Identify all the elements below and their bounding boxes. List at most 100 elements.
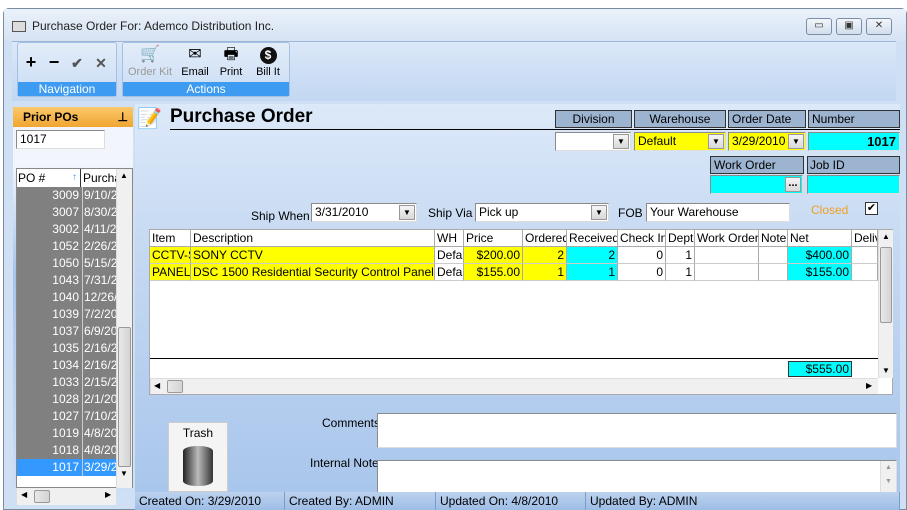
cell-price[interactable]: $200.00 (464, 247, 523, 264)
cell-check-in[interactable]: 0 (618, 247, 666, 264)
cell-received[interactable]: 2 (567, 247, 618, 264)
scroll-down-icon[interactable]: ▼ (882, 366, 890, 375)
prior-pos-hscrollbar[interactable]: ◀ ▶ (16, 488, 116, 505)
cell-received[interactable]: 1 (567, 264, 618, 281)
cancel-button[interactable]: ✕ (92, 55, 110, 72)
cell-ordered[interactable]: 1 (523, 264, 567, 281)
comments-input[interactable] (377, 413, 897, 448)
prior-po-row[interactable]: 1028 2/1/20 (17, 391, 116, 408)
column-header-note[interactable]: Note (759, 230, 788, 247)
email-button[interactable]: ✉ Email (178, 44, 212, 78)
prior-po-row[interactable]: 1052 2/26/2 (17, 238, 116, 255)
column-header-check-in[interactable]: Check In (618, 230, 666, 247)
chevron-down-icon[interactable]: ▼ (591, 205, 607, 220)
fob-input[interactable]: Your Warehouse (646, 203, 790, 222)
cell-ordered[interactable]: 2 (523, 247, 567, 264)
prior-po-row[interactable]: 3009 9/10/2 (17, 187, 116, 204)
internal-note-scrollbar[interactable]: ▲ ▼ (880, 461, 896, 492)
add-button[interactable]: + (22, 52, 40, 73)
column-header-description[interactable]: Description (191, 230, 435, 247)
cell-dept[interactable]: 1 (666, 247, 695, 264)
column-header-deliv[interactable]: Deliv (852, 230, 878, 247)
close-button[interactable]: ✕ (866, 18, 892, 35)
column-header-dept[interactable]: Dept (666, 230, 695, 247)
cell-description[interactable]: DSC 1500 Residential Security Control Pa… (191, 264, 435, 281)
prior-po-row[interactable]: 1040 12/26/ (17, 289, 116, 306)
prior-po-row[interactable]: 1037 6/9/20 (17, 323, 116, 340)
cell-net[interactable]: $155.00 (788, 264, 852, 281)
prior-po-row[interactable]: 1017 3/29/2 (17, 459, 116, 476)
prior-po-row[interactable]: 1018 4/8/20 (17, 442, 116, 459)
hscroll-thumb[interactable] (167, 380, 183, 393)
column-header-net[interactable]: Net (788, 230, 852, 247)
prior-po-row[interactable]: 1034 2/16/2 (17, 357, 116, 374)
ship-when-picker[interactable]: 3/31/2010 ▼ (311, 203, 417, 222)
prior-po-row[interactable]: 1035 2/16/2 (17, 340, 116, 357)
prior-po-row[interactable]: 3002 4/11/2 (17, 221, 116, 238)
cell-description[interactable]: SONY CCTV (191, 247, 435, 264)
chevron-down-icon[interactable]: ▼ (788, 134, 804, 149)
prior-pos-vscrollbar[interactable]: ▲ ▼ (116, 169, 132, 488)
delete-button[interactable]: − (45, 52, 63, 73)
cell-dept[interactable]: 1 (666, 264, 695, 281)
internal-note-input[interactable]: ▲ ▼ (377, 460, 897, 493)
chevron-down-icon[interactable]: ▼ (708, 134, 724, 149)
scroll-thumb[interactable] (118, 327, 131, 467)
cell-deliv[interactable] (852, 247, 878, 264)
prior-po-row[interactable]: 1033 2/15/2 (17, 374, 116, 391)
cell-net[interactable]: $400.00 (788, 247, 852, 264)
cell-wh[interactable]: Defau (435, 247, 464, 264)
column-header-ordered[interactable]: Ordered (523, 230, 567, 247)
cell-item[interactable]: PANEL- (150, 264, 191, 281)
division-select[interactable]: ▼ (555, 132, 631, 151)
trash-drop-target[interactable]: Trash (168, 422, 228, 492)
order-date-picker[interactable]: 3/29/2010 ▼ (728, 132, 806, 151)
scroll-right-icon[interactable]: ▶ (866, 381, 872, 390)
cell-work-order[interactable] (695, 247, 759, 264)
column-header-wh[interactable]: WH (435, 230, 464, 247)
warehouse-select[interactable]: Default ▼ (634, 132, 726, 151)
column-header-work-order[interactable]: Work Order (695, 230, 759, 247)
lines-vscrollbar[interactable]: ▲ ▼ (878, 230, 893, 378)
prior-po-row[interactable]: 1039 7/2/20 (17, 306, 116, 323)
ellipsis-button[interactable]: ... (785, 177, 801, 192)
prior-po-row[interactable]: 1019 4/8/20 (17, 425, 116, 442)
cell-item[interactable]: CCTV-S (150, 247, 191, 264)
pin-icon[interactable]: ⊥ (118, 107, 128, 127)
bill-it-button[interactable]: $ Bill It (252, 44, 284, 78)
cell-wh[interactable]: Defau (435, 264, 464, 281)
maximize-button[interactable]: ▣ (836, 18, 862, 35)
cell-deliv[interactable] (852, 264, 878, 281)
hscroll-thumb[interactable] (34, 490, 50, 503)
prior-po-row[interactable]: 1050 5/15/2 (17, 255, 116, 272)
prior-po-search-input[interactable]: 1017 (16, 130, 105, 149)
scroll-right-icon[interactable]: ▶ (105, 490, 111, 499)
cell-note[interactable] (759, 264, 788, 281)
minimize-button[interactable]: ▭ (806, 18, 832, 35)
cell-check-in[interactable]: 0 (618, 264, 666, 281)
scroll-left-icon[interactable]: ◀ (21, 490, 27, 499)
prior-po-row[interactable]: 1043 7/31/2 (17, 272, 116, 289)
scroll-up-icon[interactable]: ▲ (120, 171, 128, 180)
save-button[interactable]: ✔ (68, 55, 86, 72)
cell-note[interactable] (759, 247, 788, 264)
scroll-up-icon[interactable]: ▲ (882, 232, 890, 241)
order-kit-button[interactable]: 🛒 Order Kit (126, 44, 174, 78)
column-po-number[interactable]: PO # ↑ (17, 169, 81, 187)
closed-checkbox[interactable]: ✔ (865, 202, 878, 215)
column-header-price[interactable]: Price (464, 230, 523, 247)
column-header-received[interactable]: Received (567, 230, 618, 247)
scroll-thumb[interactable] (880, 247, 892, 323)
cell-work-order[interactable] (695, 264, 759, 281)
column-purchase-date[interactable]: Purcha (82, 169, 116, 187)
chevron-down-icon[interactable]: ▼ (613, 134, 629, 149)
prior-po-row[interactable]: 3007 8/30/2 (17, 204, 116, 221)
column-header-item[interactable]: Item (150, 230, 191, 247)
scroll-down-icon[interactable]: ▼ (120, 469, 128, 478)
print-button[interactable]: 🖶 Print (216, 44, 246, 78)
ship-via-select[interactable]: Pick up ▼ (475, 203, 609, 222)
cell-price[interactable]: $155.00 (464, 264, 523, 281)
number-field[interactable]: 1017 (808, 132, 900, 151)
lines-hscrollbar[interactable]: ◀ ▶ (150, 378, 878, 394)
scroll-left-icon[interactable]: ◀ (154, 381, 160, 390)
